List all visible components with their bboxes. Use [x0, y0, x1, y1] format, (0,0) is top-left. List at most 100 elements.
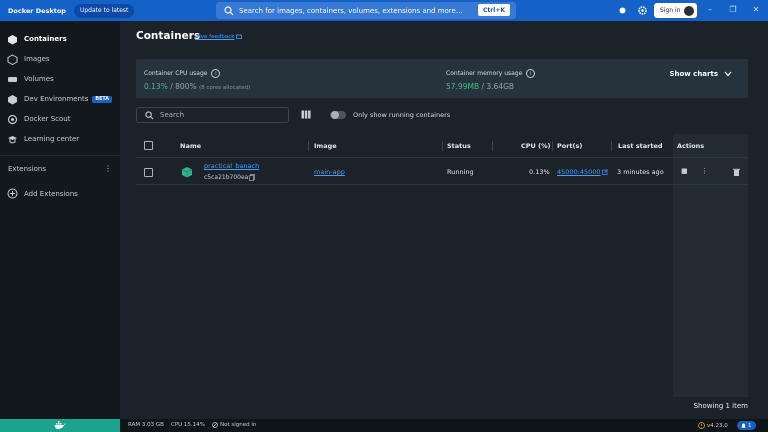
- info-icon[interactable]: i: [211, 69, 221, 78]
- global-search-placeholder: Search for images, containers, volumes, …: [239, 6, 463, 15]
- close-icon[interactable]: ✕: [750, 4, 762, 16]
- sidebar-item-dev-environments[interactable]: Dev Environments BETA: [0, 91, 120, 107]
- select-all-checkbox[interactable]: [144, 141, 153, 150]
- sign-in-status-text: Not signed in: [220, 422, 257, 428]
- add-extensions-label: Add Extensions: [24, 189, 78, 198]
- sidebar-item-learning-center[interactable]: Learning center: [0, 131, 120, 147]
- column-header-status[interactable]: Status: [447, 142, 471, 150]
- container-name-link[interactable]: practical_banach: [204, 162, 259, 170]
- sidebar-item-docker-scout[interactable]: Docker Scout: [0, 111, 120, 127]
- extensions-heading: Extensions: [8, 165, 47, 173]
- status-bar: RAM 3.03 GB CPU 15.14% Not signed in v4.…: [0, 419, 768, 432]
- sidebar-item-label: Learning center: [24, 135, 80, 143]
- containers-icon: [8, 34, 17, 44]
- running-only-toggle[interactable]: [330, 111, 346, 119]
- memory-value: 57.99MB: [446, 82, 480, 91]
- column-header-actions: Actions: [677, 142, 705, 150]
- column-header-image[interactable]: Image: [314, 142, 337, 150]
- cpu-total: / 800%: [170, 82, 197, 91]
- info-icon[interactable]: i: [526, 69, 536, 78]
- notifications-button[interactable]: 1: [737, 421, 756, 430]
- engine-status-button[interactable]: [0, 419, 120, 432]
- sidebar-item-volumes[interactable]: Volumes: [0, 71, 120, 87]
- memory-usage-value: 57.99MB / 3.64GB: [446, 82, 514, 91]
- column-header-ports[interactable]: Port(s): [557, 142, 582, 150]
- main-panel: Containers Give feedback Container CPU u…: [120, 21, 768, 419]
- sidebar-item-containers[interactable]: Containers: [0, 31, 120, 47]
- dev-environments-icon: [8, 94, 17, 104]
- update-button[interactable]: Update to latest: [73, 3, 135, 18]
- beta-badge: BETA: [92, 95, 112, 103]
- column-separator: [308, 141, 309, 151]
- sidebar-item-label: Volumes: [24, 75, 54, 83]
- column-separator: [492, 141, 493, 151]
- table-header: Name Image Status CPU (%) Port(s) Last s…: [136, 134, 748, 158]
- image-link[interactable]: main-app: [314, 168, 345, 176]
- stop-icon[interactable]: ■: [681, 167, 688, 175]
- sidebar: Containers Images Volumes Dev Environmen…: [0, 21, 120, 419]
- toggle-knob: [331, 111, 339, 119]
- notification-count: 1: [748, 422, 752, 429]
- search-icon: [145, 110, 154, 119]
- sidebar-item-label: Docker Scout: [24, 115, 71, 123]
- search-input[interactable]: [160, 111, 280, 119]
- cpu-usage-label-text: Container CPU usage: [144, 70, 208, 77]
- bug-icon[interactable]: [617, 5, 628, 16]
- more-options-icon[interactable]: ⋮: [701, 167, 708, 175]
- cpu-cores-note: (8 cores allocated): [198, 85, 251, 91]
- show-charts-button[interactable]: Show charts: [669, 70, 732, 78]
- sidebar-item-label: Dev Environments: [24, 95, 89, 103]
- showing-count: Showing 1 item: [693, 402, 748, 410]
- avatar-icon: [684, 5, 695, 16]
- volumes-icon: [8, 76, 17, 82]
- cpu-usage-value: 0.13% / 800% (8 cores allocated): [144, 82, 250, 91]
- global-search-bar[interactable]: Search for images, containers, volumes, …: [216, 2, 516, 19]
- container-search-field[interactable]: [136, 107, 289, 123]
- row-checkbox[interactable]: [144, 168, 153, 177]
- app-title: Docker Desktop: [8, 6, 66, 15]
- sidebar-item-images[interactable]: Images: [0, 51, 120, 67]
- trash-icon[interactable]: [733, 168, 740, 176]
- minimize-icon[interactable]: –: [704, 4, 716, 16]
- running-only-label: Only show running containers: [353, 111, 451, 119]
- container-cube-icon: [181, 167, 193, 178]
- maximize-icon[interactable]: ❐: [727, 4, 739, 16]
- version-info[interactable]: v4.23.0: [698, 422, 728, 429]
- gear-icon[interactable]: [637, 5, 648, 16]
- extensions-menu-icon[interactable]: ⋮: [104, 164, 112, 173]
- sidebar-item-label: Containers: [24, 35, 67, 43]
- table-row[interactable]: practical_banach c5ca21b700ea main-app R…: [136, 159, 748, 185]
- add-extensions-button[interactable]: Add Extensions: [7, 188, 78, 199]
- bell-icon: [741, 423, 746, 428]
- column-header-last-started[interactable]: Last started: [618, 142, 663, 150]
- title-bar: Docker Desktop Update to latest Search f…: [0, 0, 768, 21]
- not-signed-in-icon: [212, 422, 218, 428]
- memory-usage-label: Container memory usage i: [446, 69, 536, 78]
- copy-icon[interactable]: [249, 174, 255, 181]
- column-header-name[interactable]: Name: [180, 142, 201, 150]
- sign-in-button[interactable]: Sign in: [654, 3, 698, 18]
- cpu-value: 0.13%: [144, 82, 168, 91]
- search-icon: [224, 5, 234, 15]
- chevron-down-icon: [724, 71, 732, 77]
- column-header-cpu[interactable]: CPU (%): [521, 142, 551, 150]
- show-charts-label: Show charts: [669, 70, 718, 78]
- learning-center-icon: [8, 135, 17, 144]
- cpu-value: 0.13%: [529, 168, 550, 176]
- container-id: c5ca21b700ea: [204, 174, 249, 181]
- columns-icon[interactable]: [301, 110, 311, 119]
- images-icon: [7, 53, 18, 65]
- column-separator: [442, 141, 443, 151]
- page-title: Containers: [136, 30, 201, 42]
- usage-stats-panel: Container CPU usage i 0.13% / 800% (8 co…: [136, 59, 748, 98]
- cpu-usage-label: Container CPU usage i: [144, 69, 221, 78]
- sign-in-status: Not signed in: [212, 422, 256, 428]
- plus-circle-icon: [7, 188, 18, 199]
- port-link[interactable]: 45000:45000: [557, 168, 601, 176]
- ram-usage: RAM 3.03 GB: [128, 422, 164, 428]
- last-started-value: 3 minutes ago: [617, 168, 664, 176]
- give-feedback-link[interactable]: Give feedback: [195, 34, 243, 40]
- feedback-label: Give feedback: [195, 34, 235, 40]
- version-text: v4.23.0: [707, 422, 728, 429]
- external-link-icon[interactable]: [602, 169, 608, 175]
